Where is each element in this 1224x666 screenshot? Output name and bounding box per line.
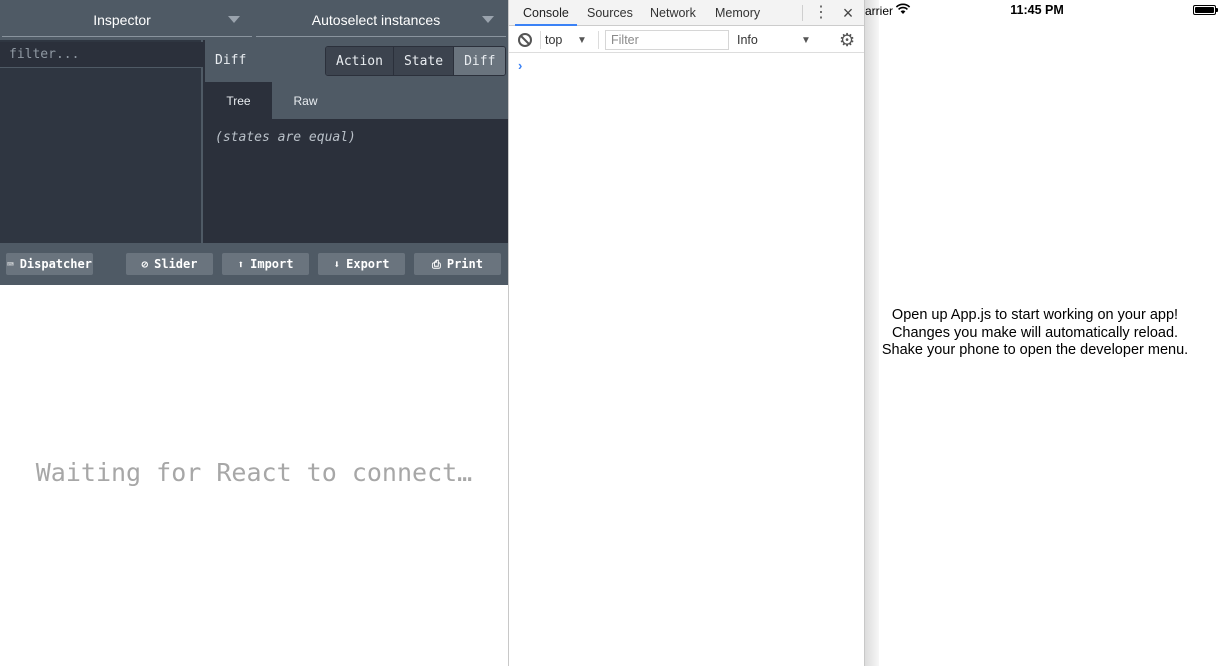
chevron-down-icon bbox=[228, 16, 240, 23]
print-button[interactable]: ⎙ Print bbox=[414, 253, 501, 275]
inspector-subtabs: Tree Raw bbox=[205, 82, 508, 119]
dispatcher-label: Dispatcher bbox=[19, 257, 92, 271]
chevron-down-icon bbox=[482, 16, 494, 23]
tab-raw[interactable]: Raw bbox=[272, 82, 339, 119]
slider-button[interactable]: ⊘ Slider bbox=[126, 253, 213, 275]
mode-action-button[interactable]: Action bbox=[326, 47, 394, 75]
caret-down-icon: ▼ bbox=[801, 35, 811, 46]
export-label: Export bbox=[346, 257, 390, 271]
waiting-message: Waiting for React to connect… bbox=[35, 458, 473, 487]
import-label: Import bbox=[250, 257, 294, 271]
console-tab-bar: Console Sources Network Memory ⋮ × bbox=[509, 0, 864, 26]
inspector-panel: Diff Action State Diff Tree Raw (states … bbox=[205, 40, 508, 243]
context-select[interactable]: top bbox=[545, 27, 562, 53]
inspector-select[interactable]: Inspector bbox=[0, 0, 254, 40]
devtools-top-bar: Inspector Autoselect instances bbox=[0, 0, 508, 40]
simulator-edge bbox=[865, 0, 879, 666]
action-filter-input[interactable] bbox=[0, 42, 203, 68]
print-label: Print bbox=[446, 257, 483, 271]
tab-network[interactable]: Network bbox=[650, 0, 696, 26]
app-message-line: Open up App.js to start working on your … bbox=[891, 307, 1179, 323]
instance-select-label: Autoselect instances bbox=[311, 12, 441, 28]
console-filter-input[interactable] bbox=[605, 30, 729, 50]
tab-tree[interactable]: Tree bbox=[205, 82, 272, 119]
clear-console-icon[interactable] bbox=[518, 33, 532, 47]
app-message: Open up App.js to start working on your … bbox=[879, 307, 1191, 360]
gear-icon[interactable]: ⚙ bbox=[839, 30, 855, 50]
inspector-select-label: Inspector bbox=[93, 12, 151, 28]
download-icon: ⬇ bbox=[333, 257, 341, 271]
toolbar-separator bbox=[598, 31, 599, 49]
inspector-title: Diff bbox=[215, 53, 247, 68]
tab-memory[interactable]: Memory bbox=[715, 0, 760, 26]
close-icon[interactable]: × bbox=[839, 0, 857, 26]
toolbar-separator bbox=[540, 31, 541, 49]
tab-separator bbox=[802, 5, 803, 21]
app-message-line: Shake your phone to open the developer m… bbox=[881, 342, 1189, 358]
log-level-select[interactable]: Info bbox=[737, 27, 758, 53]
dispatcher-button[interactable]: ⌨ Dispatcher bbox=[6, 253, 93, 275]
export-button[interactable]: ⬇ Export bbox=[318, 253, 405, 275]
select-underline bbox=[256, 36, 506, 37]
console-prompt-icon[interactable]: › bbox=[518, 58, 522, 73]
states-equal-message: (states are equal) bbox=[215, 130, 356, 145]
keyboard-icon: ⌨ bbox=[7, 257, 14, 271]
battery-icon bbox=[1193, 5, 1218, 15]
console-toolbar: top ▼ Info ▼ ⚙ bbox=[509, 27, 864, 53]
import-button[interactable]: ⬆ Import bbox=[222, 253, 309, 275]
instance-select[interactable]: Autoselect instances bbox=[254, 0, 508, 40]
select-underline bbox=[2, 36, 252, 37]
upload-icon: ⬆ bbox=[237, 257, 245, 271]
browser-console-panel: Console Sources Network Memory ⋮ × top ▼… bbox=[508, 0, 865, 666]
tab-sources[interactable]: Sources bbox=[587, 0, 633, 26]
tab-console[interactable]: Console bbox=[515, 0, 577, 26]
clock-icon: ⊘ bbox=[141, 257, 149, 271]
inspector-mode-group: Action State Diff bbox=[325, 46, 507, 76]
inspector-header: Diff Action State Diff bbox=[205, 40, 508, 82]
ios-simulator-screen: arrier 11:45 PM Open up App.js to start … bbox=[865, 0, 1224, 666]
printer-icon: ⎙ bbox=[432, 257, 441, 271]
caret-down-icon: ▼ bbox=[577, 35, 587, 46]
mode-diff-button[interactable]: Diff bbox=[454, 47, 506, 75]
devtools-bottom-toolbar: ⌨ Dispatcher ⊘ Slider ⬆ Import ⬇ Export … bbox=[0, 243, 508, 285]
status-bar-time: 11:45 PM bbox=[1010, 3, 1064, 17]
slider-label: Slider bbox=[154, 257, 198, 271]
more-options-icon[interactable]: ⋮ bbox=[813, 0, 829, 26]
redux-devtools-panel: Inspector Autoselect instances Diff Acti… bbox=[0, 0, 508, 285]
mode-state-button[interactable]: State bbox=[393, 47, 455, 75]
action-list-panel bbox=[0, 40, 203, 243]
app-message-line: Changes you make will automatically relo… bbox=[891, 324, 1179, 341]
